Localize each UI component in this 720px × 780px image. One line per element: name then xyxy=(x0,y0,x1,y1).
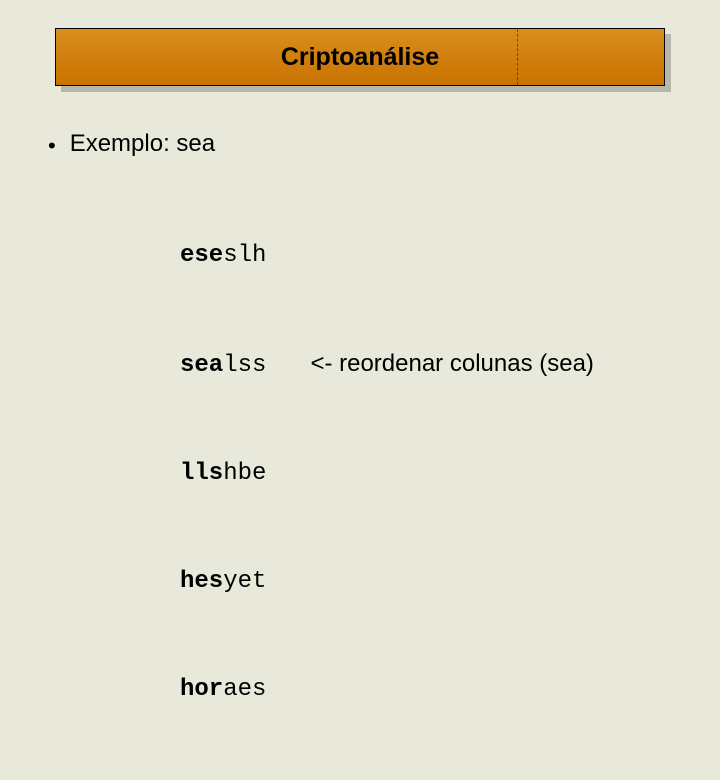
cipher-cell: horaes xyxy=(180,672,266,708)
cipher-row: eseslh xyxy=(180,238,672,274)
cipher-rest: yet xyxy=(223,568,266,595)
bullet-text: Exemplo: sea xyxy=(70,126,215,162)
cipher-key: hes xyxy=(180,568,223,595)
cipher-key: lls xyxy=(180,460,223,487)
bullet-prefix: Exemplo: xyxy=(70,130,177,157)
cipher-row: hesyet xyxy=(180,564,672,600)
cipher-rest: hbe xyxy=(223,460,266,487)
bullet-item: • Exemplo: sea xyxy=(48,126,672,162)
bullet-keyword: sea xyxy=(176,130,215,157)
cipher-key: hor xyxy=(180,676,223,703)
slide: Criptoanálise • Exemplo: sea eseslh seal… xyxy=(0,0,720,540)
title-box: Criptoanálise xyxy=(55,28,665,86)
cipher-cell: llshbe xyxy=(180,456,266,492)
cipher-cell: hesyet xyxy=(180,564,266,600)
row-note: <- reordenar colunas (sea) xyxy=(310,346,593,382)
cipher-row: horaes xyxy=(180,672,672,708)
cipher-rest: lss xyxy=(223,352,266,379)
cipher-cell: sealss xyxy=(180,348,266,384)
content-area: • Exemplo: sea eseslh sealss<- reordenar… xyxy=(48,126,672,780)
cipher-row: sealss <- reordenar colunas (sea) xyxy=(180,346,672,384)
cipher-row: llshbe xyxy=(180,456,672,492)
title-bar: Criptoanálise xyxy=(55,28,665,86)
bullet-dot-icon: • xyxy=(48,135,56,157)
cipher-cell: eseslh xyxy=(180,238,266,274)
cipher-rest: aes xyxy=(223,676,266,703)
cipher-rest: slh xyxy=(223,242,266,269)
cipher-key: ese xyxy=(180,242,223,269)
cipher-key: sea xyxy=(180,352,223,379)
title-divider-line xyxy=(517,29,518,85)
cipher-grid: eseslh sealss<- reordenar colunas (sea) … xyxy=(180,166,672,780)
slide-title: Criptoanálise xyxy=(281,43,439,72)
